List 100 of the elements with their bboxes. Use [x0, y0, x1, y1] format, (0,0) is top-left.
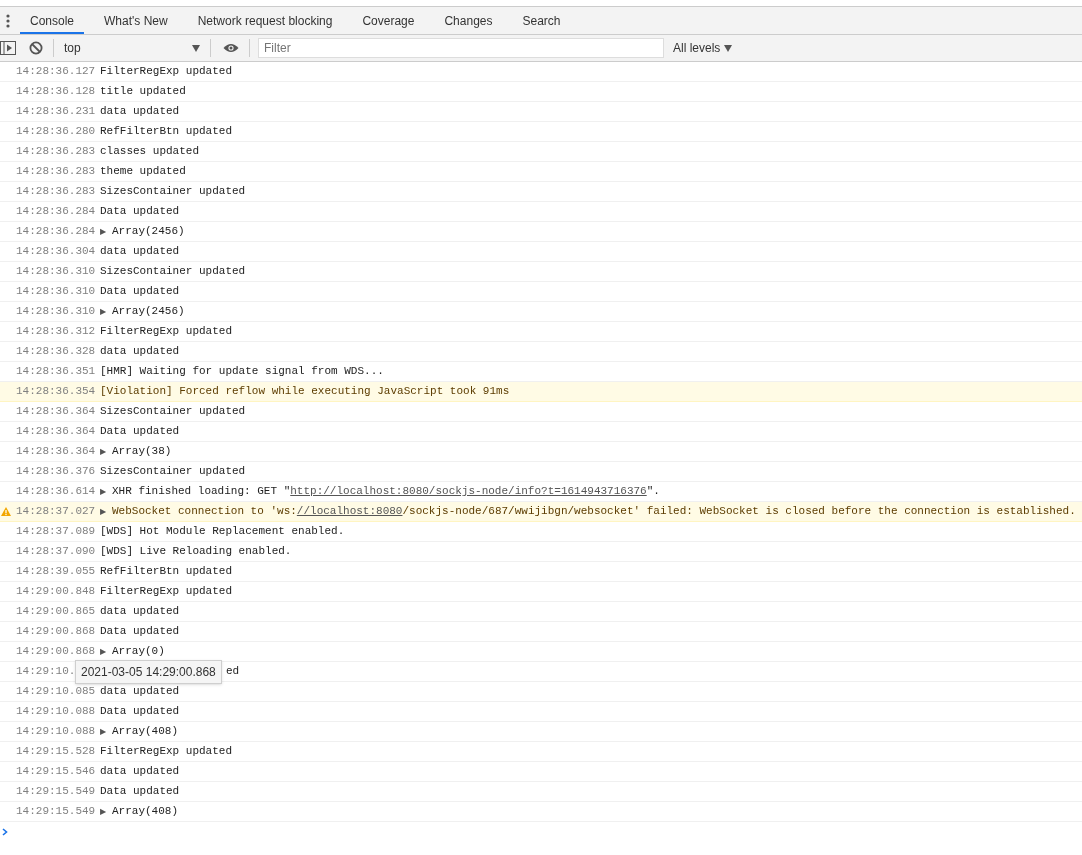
- timestamp[interactable]: 14:28:36.364: [16, 443, 100, 460]
- log-message: Array(2456): [112, 224, 185, 240]
- timestamp[interactable]: 14:28:36.364: [16, 423, 100, 440]
- log-message: Array(38): [112, 444, 172, 460]
- timestamp[interactable]: 14:28:36.354: [16, 383, 100, 400]
- timestamp[interactable]: 14:28:36.127: [16, 63, 100, 80]
- timestamp[interactable]: 14:28:36.328: [16, 343, 100, 360]
- expand-toggle[interactable]: ▶: [100, 307, 112, 316]
- log-message: FilterRegExp updated: [100, 324, 233, 340]
- eye-icon[interactable]: [223, 43, 239, 53]
- expand-toggle[interactable]: ▶: [100, 807, 112, 816]
- link[interactable]: http://localhost:8080/sockjs-node/info?t=1614943716376: [290, 483, 647, 500]
- expand-toggle[interactable]: ▶: [100, 227, 112, 236]
- caret-icon: [192, 44, 200, 52]
- log-message: data updated: [100, 604, 180, 620]
- log-message: Array(2456): [112, 304, 185, 320]
- log-message: data updated: [100, 764, 180, 780]
- timestamp[interactable]: 14:29:10.088: [16, 703, 100, 720]
- tab[interactable]: What's New: [94, 7, 178, 34]
- timestamp[interactable]: 14:28:36.614: [16, 483, 100, 500]
- log-message: data updated: [100, 684, 180, 700]
- log-message: ".: [646, 484, 660, 500]
- filter-field[interactable]: Filter: [258, 38, 664, 58]
- tab[interactable]: Changes: [434, 7, 503, 34]
- log-message: [HMR] Waiting for update signal from WDS...: [100, 364, 384, 380]
- tab[interactable]: Search: [512, 7, 571, 34]
- timestamp[interactable]: 14:29:15.546: [16, 763, 100, 780]
- log-message: /sockjs-node/687/wwijibgn/websocket' failed: WebSocket is closed before the connection is established.: [402, 504, 1076, 520]
- timestamp[interactable]: 14:28:37.090: [16, 543, 100, 560]
- log-message: Array(0): [112, 644, 165, 660]
- timestamp[interactable]: 14:28:36.280: [16, 123, 100, 140]
- log-message: Data updated: [100, 424, 180, 440]
- log-message: theme updated: [100, 164, 186, 180]
- log-message: [WDS] Live Reloading enabled.: [100, 544, 292, 560]
- sidebar-toggle-icon[interactable]: [0, 41, 16, 55]
- timestamp[interactable]: 14:28:36.283: [16, 183, 100, 200]
- log-message: FilterRegExp updated: [100, 64, 233, 80]
- timestamp[interactable]: 14:28:36.312: [16, 323, 100, 340]
- timestamp[interactable]: 14:28:36.283: [16, 163, 100, 180]
- expand-toggle[interactable]: ▶: [100, 647, 112, 656]
- prompt-icon: [2, 828, 8, 836]
- log-message: SizesContainer updated: [100, 264, 246, 280]
- timestamp[interactable]: 14:29:10.088: [16, 723, 100, 740]
- expand-toggle[interactable]: ▶: [100, 507, 112, 516]
- log-message: Data updated: [100, 284, 180, 300]
- more-options-icon[interactable]: [6, 13, 10, 28]
- log-message: SizesContainer updated: [100, 184, 246, 200]
- log-message: data updated: [100, 104, 180, 120]
- expand-toggle[interactable]: ▶: [100, 487, 112, 496]
- timestamp[interactable]: 14:29:00.848: [16, 583, 100, 600]
- link[interactable]: //localhost:8080: [296, 503, 403, 520]
- timestamp[interactable]: 14:29:00.865: [16, 603, 100, 620]
- expand-toggle[interactable]: ▶: [100, 447, 112, 456]
- clear-console-icon[interactable]: [29, 41, 43, 55]
- log-message: XHR finished loading: GET ": [112, 484, 291, 500]
- log-message: classes updated: [100, 144, 200, 160]
- timestamp[interactable]: 14:29:10.085: [16, 683, 100, 700]
- log-message: SizesContainer updated: [100, 404, 246, 420]
- tab[interactable]: Network request blocking: [187, 7, 343, 34]
- timestamp[interactable]: 14:28:36.284: [16, 223, 100, 240]
- timestamp[interactable]: 14:28:36.364: [16, 403, 100, 420]
- timestamp[interactable]: 14:29:00.868: [16, 643, 100, 660]
- warning-icon: [1, 507, 11, 516]
- log-message: Data updated: [100, 624, 180, 640]
- tooltip: 2021-03-05 14:29:00.868: [75, 660, 222, 684]
- tab[interactable]: Coverage: [352, 7, 425, 34]
- timestamp[interactable]: 14:28:36.304: [16, 243, 100, 260]
- timestamp[interactable]: 14:28:36.128: [16, 83, 100, 100]
- log-message: [Violation] Forced reflow while executing JavaScript took 91ms: [100, 384, 510, 400]
- log-message: Array(408): [112, 724, 178, 740]
- log-message: data updated: [100, 344, 180, 360]
- timestamp[interactable]: 14:28:37.089: [16, 523, 100, 540]
- log-message: Array(408): [112, 804, 178, 820]
- timestamp[interactable]: 14:28:36.231: [16, 103, 100, 120]
- timestamp[interactable]: 14:28:36.283: [16, 143, 100, 160]
- context-dropdown[interactable]: top: [64, 39, 202, 57]
- timestamp[interactable]: 14:28:36.284: [16, 203, 100, 220]
- timestamp[interactable]: 14:29:15.549: [16, 783, 100, 800]
- log-message: Data updated: [100, 204, 180, 220]
- timestamp[interactable]: 14:28:36.310: [16, 283, 100, 300]
- caret-icon: [724, 44, 733, 52]
- timestamp[interactable]: 14:29:00.868: [16, 623, 100, 640]
- timestamp[interactable]: 14:28:36.310: [16, 303, 100, 320]
- timestamp[interactable]: 14:28:36.376: [16, 463, 100, 480]
- log-message: ed: [226, 664, 240, 680]
- log-message: title updated: [100, 84, 186, 100]
- log-message: RefFilterBtn updated: [100, 124, 233, 140]
- timestamp[interactable]: 14:28:37.027: [16, 503, 100, 520]
- timestamp[interactable]: 14:29:15.528: [16, 743, 100, 760]
- timestamp[interactable]: 14:29:15.549: [16, 803, 100, 820]
- levels-dropdown[interactable]: All levels: [673, 39, 733, 57]
- log-message: Data updated: [100, 704, 180, 720]
- log-message: Data updated: [100, 784, 180, 800]
- log-message: FilterRegExp updated: [100, 744, 233, 760]
- timestamp[interactable]: 14:28:36.310: [16, 263, 100, 280]
- log-message: RefFilterBtn updated: [100, 564, 233, 580]
- timestamp[interactable]: 14:28:39.055: [16, 563, 100, 580]
- timestamp[interactable]: 14:28:36.351: [16, 363, 100, 380]
- expand-toggle[interactable]: ▶: [100, 727, 112, 736]
- log-message: SizesContainer updated: [100, 464, 246, 480]
